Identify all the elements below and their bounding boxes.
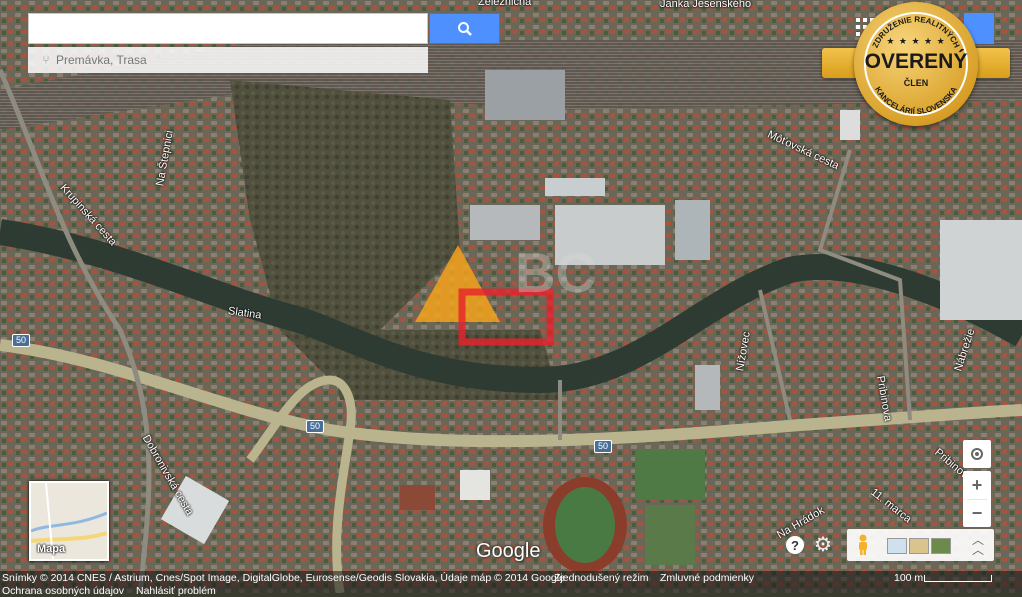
verified-member-badge: ZDRUŽENIE REALITNÝCH KANCELÁRIÍ SLOVENSK…: [822, 0, 1010, 128]
footer-scale: 100 m: [894, 572, 924, 584]
search-button[interactable]: [429, 13, 500, 44]
minimap-label: Mapa: [37, 543, 66, 555]
svg-text:KANCELÁRIÍ SLOVENSKA: KANCELÁRIÍ SLOVENSKA: [873, 85, 959, 116]
zoom-out-button[interactable]: −: [963, 499, 991, 527]
search-input[interactable]: [28, 13, 428, 44]
footer-terms[interactable]: Zmluvné podmienky: [660, 572, 754, 584]
plus-icon: +: [971, 474, 983, 495]
footer-bar: Snímky © 2014 CNES / Astrium, Cnes/Spot …: [0, 571, 1022, 597]
road-shield-50: 50: [12, 334, 31, 347]
footer-privacy[interactable]: Ochrana osobných údajov: [2, 585, 124, 597]
badge-main-text: OVERENÝ: [864, 50, 968, 73]
svg-text:BC: BC: [515, 241, 596, 304]
minimap-toggle[interactable]: Mapa: [29, 481, 109, 561]
help-icon[interactable]: ?: [786, 536, 804, 554]
my-location-icon: [971, 448, 983, 460]
search-icon: [457, 21, 472, 36]
zoom-in-button[interactable]: +: [963, 471, 991, 499]
road-shield-50: 50: [594, 440, 613, 453]
zoom-control: + −: [963, 471, 991, 527]
layer-thumb-map[interactable]: [887, 538, 907, 554]
road-shield-50: 50: [306, 420, 325, 433]
layers-bar: ︿ ︿: [847, 529, 994, 561]
google-logo: Google: [476, 540, 541, 562]
pegman-icon[interactable]: [853, 534, 873, 556]
footer-report[interactable]: Nahlásiť problém: [136, 585, 216, 597]
minus-icon: −: [971, 502, 983, 523]
my-location-button[interactable]: [963, 440, 991, 468]
directions-row[interactable]: ⑂ Premávka, Trasa: [28, 47, 428, 73]
gear-icon[interactable]: ⚙: [814, 535, 832, 555]
label-janka-jesenskeho: Janka Jesenského: [660, 0, 752, 10]
footer-attribution: Snímky © 2014 CNES / Astrium, Cnes/Spot …: [2, 572, 565, 584]
layer-thumb-satellite[interactable]: [931, 538, 951, 554]
footer-simplified-mode[interactable]: Zjednodušený režim: [554, 572, 649, 584]
badge-stars: ★ ★ ★ ★ ★: [886, 36, 946, 46]
chevron-up-icon[interactable]: ︿ ︿: [971, 534, 985, 556]
scale-bar: [924, 575, 992, 582]
badge-arc-bottom: KANCELÁRIÍ SLOVENSKA: [873, 85, 959, 116]
layer-thumb-terrain[interactable]: [909, 538, 929, 554]
directions-placeholder: Premávka, Trasa: [56, 53, 147, 67]
badge-sub-text: ČLEN: [903, 78, 929, 88]
directions-icon: ⑂: [42, 53, 50, 67]
label-zeleznicna: Železničná: [478, 0, 532, 8]
